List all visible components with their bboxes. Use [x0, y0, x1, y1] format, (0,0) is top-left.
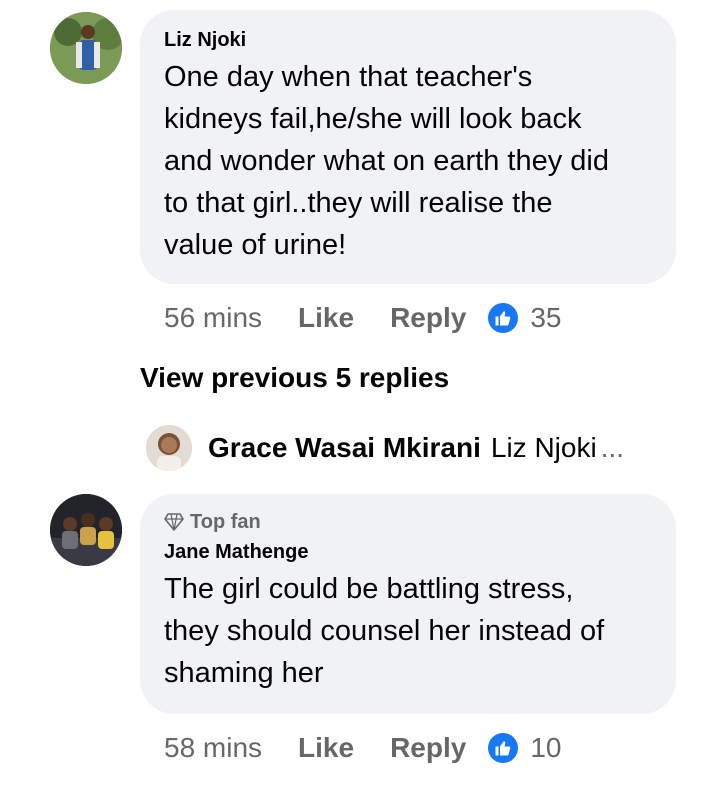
comment-author[interactable]: Jane Mathenge — [164, 540, 652, 564]
reply-button[interactable]: Reply — [390, 302, 466, 334]
comment-text: One day when that teacher's kidneys fail… — [164, 56, 652, 266]
view-previous-replies-link[interactable]: View previous 5 replies — [140, 362, 449, 394]
reaction-count[interactable]: 10 — [530, 732, 561, 764]
comment-bubble: Top fan Jane Mathenge The girl could be … — [140, 494, 676, 714]
avatar-jane-mathenge[interactable] — [50, 494, 122, 566]
reply-author[interactable]: Grace Wasai Mkirani — [208, 432, 481, 464]
comment-line: kidneys fail,he/she will look back — [164, 103, 582, 135]
avatar-grace-wasai[interactable] — [146, 425, 192, 471]
like-icon[interactable] — [488, 733, 519, 763]
reply-preview[interactable]: Grace Wasai Mkirani Liz Njoki ... — [146, 424, 624, 472]
comment-line: they should counsel her instead of — [164, 615, 605, 647]
reply-ellipsis: ... — [600, 432, 625, 463]
thumbs-up-icon — [495, 311, 511, 326]
avatar-photo — [50, 12, 122, 84]
avatar-liz-njoki[interactable] — [50, 12, 122, 84]
comment-meta: 58 mins Like Reply 10 — [164, 728, 561, 768]
comment-time[interactable]: 56 mins — [164, 302, 262, 334]
reply-button[interactable]: Reply — [390, 732, 466, 764]
comment-bubble: Liz Njoki One day when that teacher's ki… — [140, 10, 676, 284]
comment-line: and wonder what on earth they did — [164, 145, 609, 177]
top-fan-badge: Top fan — [164, 510, 652, 534]
comment-time[interactable]: 58 mins — [164, 732, 262, 764]
avatar-photo — [146, 425, 192, 471]
comment-meta: 56 mins Like Reply 35 — [164, 298, 561, 338]
thumbs-up-icon — [495, 741, 511, 756]
comment-line: to that girl..they will realise the — [164, 187, 553, 219]
comment-author[interactable]: Liz Njoki — [164, 28, 652, 52]
diamond-icon — [164, 513, 184, 531]
like-button[interactable]: Like — [298, 302, 354, 334]
comment-line: shaming her — [164, 657, 324, 689]
comment-text: The girl could be battling stress, they … — [164, 568, 652, 694]
like-icon[interactable] — [488, 303, 519, 333]
like-button[interactable]: Like — [298, 732, 354, 764]
avatar-photo — [50, 494, 122, 566]
comment-line: The girl could be battling stress, — [164, 573, 574, 605]
comment-line: value of urine! — [164, 229, 347, 261]
reaction-count[interactable]: 35 — [530, 302, 561, 334]
reply-mention[interactable]: Liz Njoki — [491, 432, 597, 464]
badge-label: Top fan — [190, 511, 261, 533]
comment-line: One day when that teacher's — [164, 61, 533, 93]
